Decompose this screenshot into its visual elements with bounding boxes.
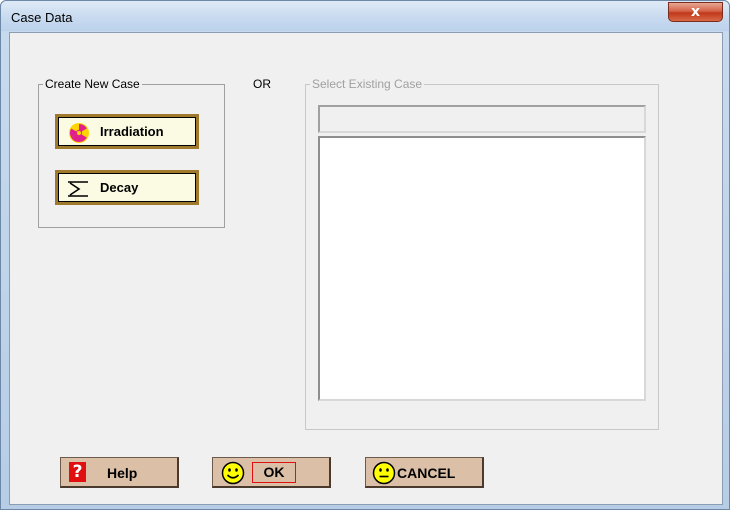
create-new-case-label: Create New Case (43, 77, 142, 91)
question-mark-icon: ? (69, 462, 86, 482)
case-data-window: Case Data x Create New Case Irradiation (0, 0, 730, 510)
close-button[interactable]: x (668, 2, 723, 22)
help-label: Help (107, 465, 138, 481)
decay-label: Decay (100, 180, 139, 195)
window-title: Case Data (11, 10, 73, 25)
smiley-icon (221, 461, 245, 488)
title-bar[interactable]: Case Data x (1, 1, 729, 31)
irradiation-label: Irradiation (100, 124, 164, 139)
create-new-case-group: Create New Case (38, 77, 225, 228)
dialog-body: Create New Case Irradiation Decay OR Sel… (9, 32, 723, 505)
ok-focus-box: OK (252, 462, 296, 483)
existing-case-list[interactable] (318, 136, 646, 401)
radiation-icon (68, 122, 90, 147)
or-label: OR (253, 77, 271, 91)
irradiation-button[interactable]: Irradiation (55, 114, 199, 149)
cancel-label: CANCEL (397, 465, 456, 481)
existing-case-combo[interactable] (318, 105, 646, 133)
cancel-button[interactable]: CANCEL (365, 457, 484, 488)
help-button[interactable]: ? Help (60, 457, 179, 488)
select-existing-case-label: Select Existing Case (310, 77, 425, 91)
close-icon: x (690, 4, 701, 20)
decay-button[interactable]: Decay (55, 170, 199, 205)
neutral-smiley-icon (372, 461, 396, 488)
ok-button[interactable]: OK (212, 457, 331, 488)
decay-sigma-icon (66, 180, 90, 201)
ok-label: OK (263, 464, 285, 480)
